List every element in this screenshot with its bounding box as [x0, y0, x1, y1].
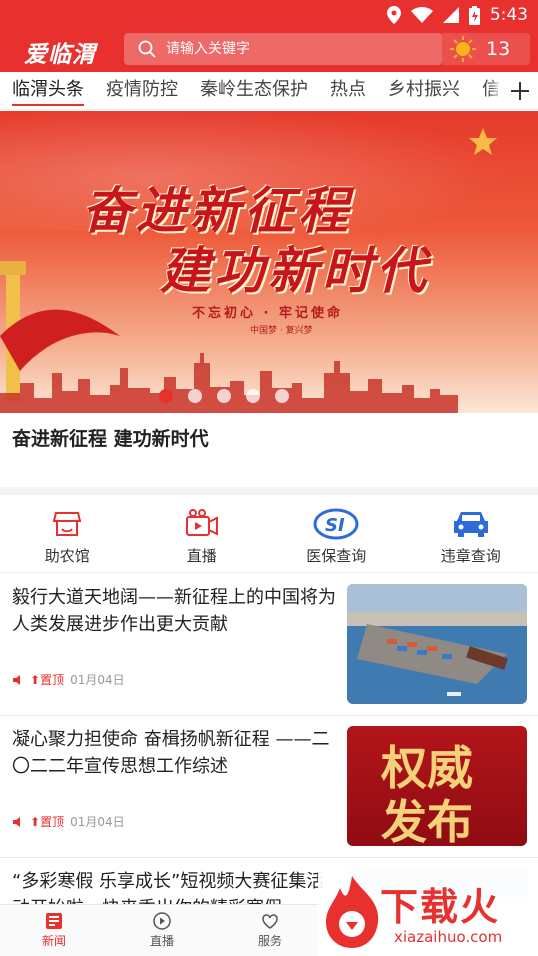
play-circle-icon — [153, 912, 171, 930]
app-logo: 爱临渭 — [24, 41, 96, 68]
service-live[interactable]: 直播 — [135, 495, 270, 572]
banner-caption[interactable]: 奋进新征程 建功新时代 — [12, 424, 209, 451]
status-time: 5:43 — [489, 5, 528, 25]
carousel-dot[interactable] — [159, 389, 173, 403]
carousel-indicator — [0, 389, 538, 403]
news-date: 01月04日 — [70, 673, 125, 687]
wifi-icon — [410, 7, 433, 23]
tab-more-partial[interactable]: 信 — [482, 72, 500, 109]
search-icon — [138, 40, 156, 58]
tab-epidemic[interactable]: 疫情防控 — [106, 72, 178, 109]
audio-icon — [13, 674, 20, 685]
search-input[interactable] — [166, 41, 426, 57]
audio-icon — [13, 816, 20, 827]
nav-label: 服务 — [257, 934, 282, 948]
si-icon: SI — [313, 508, 359, 540]
service-label: 直播 — [186, 547, 217, 565]
news-title: 凝心聚力担使命 奋楫扬帆新征程 ——二〇二二年宣传思想工作综述 — [12, 729, 330, 777]
tab-qinling[interactable]: 秦岭生态保护 — [200, 72, 308, 109]
app-header: 5:43 爱临渭 13 — [0, 0, 538, 72]
nav-label: 新闻 — [41, 934, 66, 948]
banner-slogan: 不忘初心 · 牢记使命 — [192, 306, 343, 321]
star-icon — [469, 128, 497, 155]
live-camera-icon — [185, 509, 218, 536]
service-label: 医保查询 — [306, 547, 367, 565]
car-icon — [453, 512, 488, 537]
plus-icon — [511, 82, 529, 100]
tab-headlines[interactable]: 临渭头条 — [12, 72, 84, 109]
banner-headline-2: 建功新时代 — [160, 241, 430, 300]
news-meta: ⬆置顶 01月04日 — [12, 671, 125, 688]
news-item[interactable]: 凝心聚力担使命 奋楫扬帆新征程 ——二〇二二年宣传思想工作综述 ⬆置顶 01月0… — [0, 716, 538, 858]
news-item[interactable]: 毅行大道天地阔——新征程上的中国将为人类发展进步作出更大贡献 ⬆置顶 01月04… — [0, 574, 538, 716]
service-label: 助农馆 — [44, 547, 90, 565]
carousel-dot[interactable] — [188, 389, 202, 403]
service-label: 违章查询 — [440, 547, 501, 565]
service-heart-icon — [262, 914, 278, 929]
pinned-badge: ⬆置顶 — [30, 673, 65, 687]
news-thumbnail: 权威 发布 — [347, 726, 527, 846]
site-watermark: 下载火 xiazaihuo.com — [318, 868, 538, 956]
news-thumbnail — [347, 584, 527, 704]
nav-service[interactable]: 服务 — [216, 905, 324, 956]
news-meta: ⬆置顶 01月04日 — [12, 813, 125, 830]
nav-news[interactable]: 新闻 — [0, 905, 108, 956]
news-title: “多彩寒假 乐享成长”短视频大赛征集活动开始啦，快来秀出你的精彩寒假 — [12, 871, 325, 904]
section-divider — [0, 487, 538, 495]
service-medical-insurance[interactable]: SI 医保查询 — [269, 495, 404, 572]
nav-live[interactable]: 直播 — [108, 905, 216, 956]
banner-carousel[interactable]: 奋进新征程 建功新时代 不忘初心 · 牢记使命 中国梦 · 复兴梦 — [0, 111, 538, 413]
tab-rural[interactable]: 乡村振兴 — [388, 72, 460, 109]
watermark-url: xiazaihuo.com — [394, 928, 503, 946]
svg-text:SI: SI — [325, 515, 345, 536]
pinned-badge: ⬆置顶 — [30, 815, 65, 829]
news-icon — [46, 913, 62, 929]
news-date: 01月04日 — [70, 815, 125, 829]
port-photo — [347, 584, 527, 704]
search-bar[interactable] — [124, 33, 442, 65]
shop-icon — [52, 512, 82, 536]
quick-services: 助农馆 直播 SI 医保查询 违章查询 — [0, 495, 538, 573]
carousel-dot[interactable] — [217, 389, 231, 403]
add-channel-button[interactable] — [502, 72, 538, 109]
banner-subslogan: 中国梦 · 复兴梦 — [250, 326, 313, 336]
sun-icon — [450, 36, 476, 62]
carousel-dot[interactable] — [246, 389, 260, 403]
nav-label: 直播 — [149, 934, 174, 948]
service-traffic-violation[interactable]: 违章查询 — [404, 495, 538, 572]
battery-icon — [468, 5, 480, 25]
status-bar: 5:43 — [386, 4, 528, 26]
service-farm-shop[interactable]: 助农馆 — [0, 495, 135, 572]
news-title: 毅行大道天地阔——新征程上的中国将为人类发展进步作出更大贡献 — [12, 587, 336, 635]
signal-icon — [442, 7, 459, 23]
watermark-title: 下载火 — [380, 885, 501, 929]
fire-logo-icon — [326, 876, 379, 948]
location-icon — [386, 6, 401, 24]
thumb-text-release: 发布 — [381, 795, 473, 846]
weather-widget[interactable]: 13 — [442, 33, 530, 65]
temperature-value: 13 — [486, 38, 511, 60]
category-tabs: 临渭头条 疫情防控 秦岭生态保护 热点 乡村振兴 信 — [0, 72, 538, 110]
tab-hot[interactable]: 热点 — [330, 72, 366, 109]
carousel-dot[interactable] — [275, 389, 289, 403]
